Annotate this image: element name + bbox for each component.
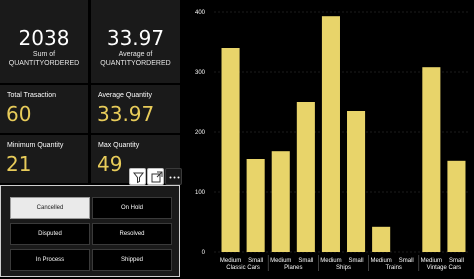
avg-quantity-label-line1: Average of [118,51,153,58]
bar[interactable] [296,102,315,252]
bar[interactable] [372,226,391,252]
quantity-bar-chart: 0 100 200 300 400 Medium Small Classic Cars Medi… [183,0,474,279]
x-category-label: Small [449,258,464,264]
x-category-label: Small [248,258,263,264]
minimum-quantity-card: Minimum Quantity 21 [0,135,88,183]
y-tick-label: 100 [195,190,206,196]
bar[interactable] [221,48,240,252]
y-tick-label: 0 [202,250,206,256]
y-tick-label: 200 [195,130,206,136]
bar[interactable] [447,160,466,252]
slicer-item-cancelled[interactable]: Cancelled [10,197,90,219]
more-options-icon[interactable] [165,168,182,185]
y-tick-label: 400 [195,10,206,16]
avg-quantity-card: 33.97 Average of QUANTITYORDERED [91,0,180,83]
slicer-item-in-process[interactable]: In Process [10,249,90,271]
x-category-label: Small [298,258,313,264]
x-category-label: Medium [370,258,391,264]
average-quantity-card: Average Quantity 33.97 [91,85,180,133]
bar[interactable] [246,159,265,252]
x-category-label: Medium [220,258,241,264]
slicer-item-disputed[interactable]: Disputed [10,223,90,245]
chart-svg: 0100200300400Medium SmallClassic CarsMedi… [195,10,469,271]
x-category-label: Medium [421,258,442,264]
max-quantity-value: 49 [97,152,123,176]
slicer-item-resolved[interactable]: Resolved [92,223,172,245]
sum-quantity-label: Sum of QUANTITYORDERED [8,51,80,67]
average-quantity-label: Average Quantity [98,92,152,99]
sum-quantity-card: 2038 Sum of QUANTITYORDERED [0,0,88,83]
total-transaction-label: Total Trasaction [7,92,57,99]
filter-icon[interactable] [129,168,146,185]
slicer-item-shipped[interactable]: Shipped [92,249,172,271]
avg-quantity-label: Average of QUANTITYORDERED [91,50,180,68]
minimum-quantity-value: 21 [6,152,32,176]
sum-quantity-value: 2038 [18,26,70,50]
x-group-label: Vintage Cars [427,265,462,271]
average-quantity-value: 33.97 [97,102,155,126]
status-slicer: Cancelled On Hold Disputed Resolved In P… [0,185,180,277]
bar[interactable] [321,16,340,253]
bar[interactable] [347,111,366,252]
x-group-label: Classic Cars [226,265,260,271]
y-tick-label: 300 [195,70,206,76]
minimum-quantity-label: Minimum Quantity [7,142,64,149]
x-category-label: Medium [270,258,291,264]
total-transaction-card: Total Trasaction 60 [0,85,88,133]
x-category-label: Small [399,258,414,264]
avg-quantity-value: 33.97 [106,26,165,50]
x-group-label: Planes [284,265,302,271]
slicer-item-on-hold[interactable]: On Hold [92,197,172,219]
x-group-label: Ships [336,265,351,271]
avg-quantity-label-line2: QUANTITYORDERED [100,60,171,67]
x-group-label: Trains [385,265,401,271]
x-category-label: Medium [320,258,341,264]
bar[interactable] [422,67,441,252]
focus-mode-icon[interactable] [147,168,164,185]
x-category-label: Small [349,258,364,264]
max-quantity-label: Max Quantity [98,142,140,149]
bar[interactable] [271,151,290,252]
total-transaction-value: 60 [6,102,32,126]
